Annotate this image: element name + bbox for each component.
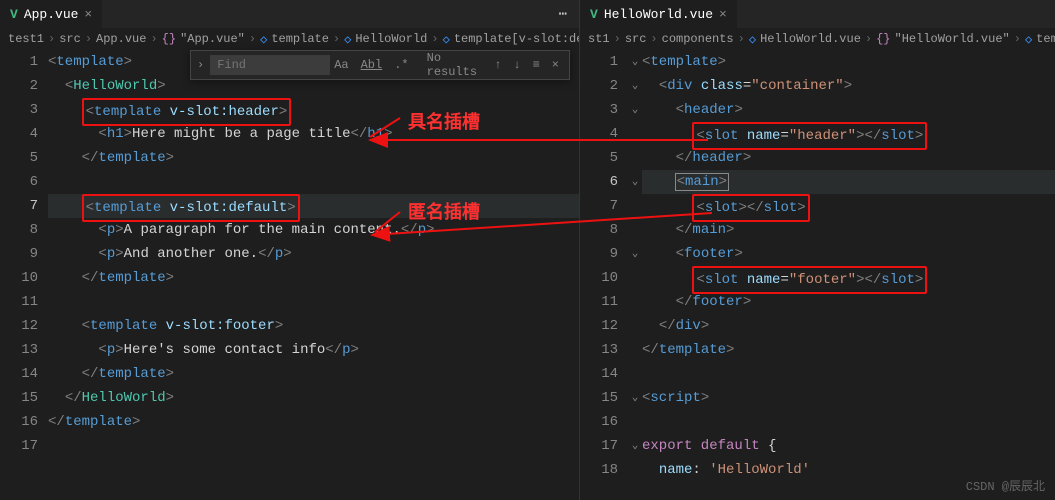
code-line[interactable]: <template v-slot:header>	[48, 98, 579, 122]
code-lines[interactable]: <template> <HelloWorld> <template v-slot…	[48, 50, 579, 500]
breadcrumb-item[interactable]: src	[625, 32, 647, 46]
chevron-right-icon[interactable]: ›	[191, 58, 210, 72]
tab-helloworld-vue[interactable]: V HelloWorld.vue ×	[580, 0, 737, 28]
code-line[interactable]: <header>	[642, 98, 1055, 122]
line-gutter: 123456789101112131415161718	[580, 50, 628, 500]
next-match-icon[interactable]: ↓	[509, 56, 524, 74]
code-line[interactable]: <h1>Here might be a page title</h1>	[48, 122, 579, 146]
line-gutter: 1234567891011121314151617	[0, 50, 48, 500]
close-icon[interactable]: ×	[719, 7, 727, 22]
fold-icon[interactable]	[628, 362, 642, 386]
code-line[interactable]: export default {	[642, 434, 1055, 458]
fold-icon[interactable]	[628, 218, 642, 242]
annotation-anonymous-slot: 匿名插槽	[408, 198, 480, 224]
editor-pane-right: V HelloWorld.vue × st1›src›components›◇ …	[580, 0, 1055, 500]
tab-label: HelloWorld.vue	[604, 7, 713, 22]
code-line[interactable]: <div class="container">	[642, 74, 1055, 98]
code-lines[interactable]: <template> <div class="container"> <head…	[642, 50, 1055, 500]
code-line[interactable]	[642, 362, 1055, 386]
fold-icon[interactable]	[628, 146, 642, 170]
breadcrumb-item[interactable]: "HelloWorld.vue"	[895, 32, 1010, 46]
fold-icon[interactable]	[628, 338, 642, 362]
find-in-selection-icon[interactable]: ≡	[529, 56, 544, 74]
more-actions-icon[interactable]: ⋯	[559, 6, 569, 23]
fold-icon[interactable]	[628, 314, 642, 338]
code-area-right[interactable]: 123456789101112131415161718 ⌄⌄⌄⌄⌄⌄⌄ <tem…	[580, 50, 1055, 500]
fold-icon[interactable]: ⌄	[628, 386, 642, 410]
code-line[interactable]: <slot></slot>	[642, 194, 1055, 218]
fold-column[interactable]: ⌄⌄⌄⌄⌄⌄⌄	[628, 50, 642, 500]
fold-icon[interactable]: ⌄	[628, 74, 642, 98]
vue-icon: V	[10, 7, 18, 22]
code-line[interactable]: </main>	[642, 218, 1055, 242]
breadcrumb-left[interactable]: test1›src›App.vue›{} "App.vue"›◇ templat…	[0, 28, 579, 50]
find-result-text: No results	[427, 51, 491, 79]
code-line[interactable]: </template>	[48, 410, 579, 434]
breadcrumb-item[interactable]: template	[271, 32, 329, 46]
fold-icon[interactable]	[628, 194, 642, 218]
fold-icon[interactable]: ⌄	[628, 98, 642, 122]
match-case-icon[interactable]: Aa	[330, 56, 352, 74]
code-line[interactable]: </template>	[48, 362, 579, 386]
breadcrumb-item[interactable]: components	[662, 32, 734, 46]
breadcrumb-item[interactable]: template[v-slot:default]	[454, 32, 579, 46]
breadcrumb-item[interactable]: HelloWorld	[355, 32, 427, 46]
fold-icon[interactable]: ⌄	[628, 242, 642, 266]
fold-icon[interactable]	[628, 266, 642, 290]
code-line[interactable]: <main>	[642, 170, 1055, 194]
code-line[interactable]: <template>	[642, 50, 1055, 74]
code-line[interactable]	[48, 290, 579, 314]
find-input[interactable]	[210, 55, 330, 75]
tab-bar-right: V HelloWorld.vue ×	[580, 0, 1055, 28]
annotation-named-slot: 具名插槽	[408, 108, 480, 134]
watermark: CSDN @辰辰北	[966, 477, 1045, 494]
code-area-left[interactable]: 1234567891011121314151617 <template> <He…	[0, 50, 579, 500]
code-line[interactable]: </template>	[642, 338, 1055, 362]
fold-icon[interactable]	[628, 410, 642, 434]
code-line[interactable]: <p>A paragraph for the main content.</p>	[48, 218, 579, 242]
code-line[interactable]: <slot name="footer"></slot>	[642, 266, 1055, 290]
code-line[interactable]: </template>	[48, 146, 579, 170]
fold-icon[interactable]	[628, 458, 642, 482]
code-line[interactable]: </footer>	[642, 290, 1055, 314]
code-line[interactable]: <slot name="header"></slot>	[642, 122, 1055, 146]
code-line[interactable]: <script>	[642, 386, 1055, 410]
code-line[interactable]: <p>And another one.</p>	[48, 242, 579, 266]
code-line[interactable]: </header>	[642, 146, 1055, 170]
close-icon[interactable]: ×	[548, 56, 563, 74]
breadcrumb-right[interactable]: st1›src›components›◇ HelloWorld.vue›{} "…	[580, 28, 1055, 50]
tab-app-vue[interactable]: V App.vue ×	[0, 0, 102, 28]
fold-icon[interactable]	[628, 290, 642, 314]
code-line[interactable]: </template>	[48, 266, 579, 290]
code-line[interactable]: <template v-slot:footer>	[48, 314, 579, 338]
prev-match-icon[interactable]: ↑	[490, 56, 505, 74]
breadcrumb-item[interactable]: "App.vue"	[180, 32, 245, 46]
fold-icon[interactable]: ⌄	[628, 50, 642, 74]
code-line[interactable]: <footer>	[642, 242, 1055, 266]
fold-icon[interactable]: ⌄	[628, 170, 642, 194]
breadcrumb-item[interactable]: test1	[8, 32, 44, 46]
breadcrumb-item[interactable]: src	[59, 32, 81, 46]
close-icon[interactable]: ×	[84, 7, 92, 22]
code-line[interactable]: </HelloWorld>	[48, 386, 579, 410]
breadcrumb-item[interactable]: st1	[588, 32, 610, 46]
tab-bar-left: V App.vue × ⋯	[0, 0, 579, 28]
code-line[interactable]: </div>	[642, 314, 1055, 338]
match-word-icon[interactable]: Abl	[357, 56, 387, 74]
code-line[interactable]	[48, 434, 579, 458]
breadcrumb-item[interactable]: HelloWorld.vue	[760, 32, 861, 46]
code-line[interactable]: <p>Here's some contact info</p>	[48, 338, 579, 362]
fold-icon[interactable]: ⌄	[628, 434, 642, 458]
breadcrumb-item[interactable]: template	[1036, 32, 1055, 46]
code-line[interactable]: <template v-slot:default>	[48, 194, 579, 218]
breadcrumb-item[interactable]: App.vue	[96, 32, 146, 46]
code-line[interactable]	[48, 170, 579, 194]
code-line[interactable]	[642, 410, 1055, 434]
vue-icon: V	[590, 7, 598, 22]
fold-icon[interactable]	[628, 122, 642, 146]
find-widget[interactable]: › Aa Abl .* No results ↑ ↓ ≡ ×	[190, 50, 570, 80]
tab-label: App.vue	[24, 7, 79, 22]
regex-icon[interactable]: .*	[390, 56, 412, 74]
